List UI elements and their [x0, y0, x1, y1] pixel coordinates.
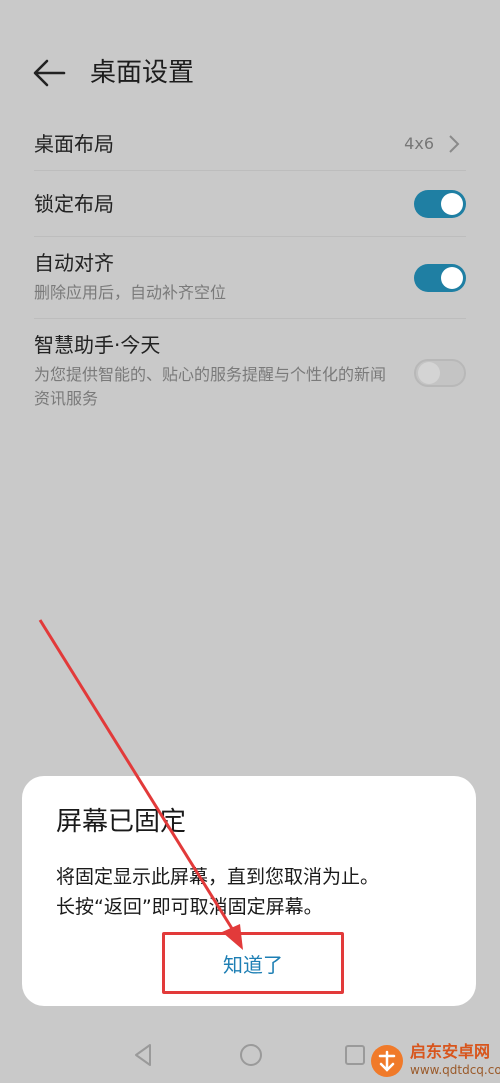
lock-layout-toggle[interactable] — [414, 190, 466, 218]
back-arrow-icon[interactable] — [32, 58, 66, 88]
setting-auto-align-description: 删除应用后，自动补齐空位 — [34, 283, 227, 302]
dialog-title: 屏幕已固定 — [56, 807, 187, 837]
watermark-logo-icon — [371, 1045, 403, 1077]
setting-auto-align: 自动对齐 删除应用后，自动补齐空位 — [34, 236, 466, 318]
toggle-knob — [418, 362, 440, 384]
dialog-message: 将固定显示此屏幕，直到您取消为止。 长按“返回”即可取消固定屏幕。 — [56, 862, 456, 922]
watermark-url: www.qdtdcq.com — [410, 1063, 500, 1077]
settings-list: 桌面布局 4x6 锁定布局 自动对齐 删除应用后，自动补齐空位 智慧助手·今天 … — [0, 118, 500, 426]
dialog-message-line: 将固定显示此屏幕，直到您取消为止。 — [56, 866, 380, 888]
toggle-knob — [441, 193, 463, 215]
header: 桌面设置 — [0, 48, 500, 100]
auto-align-toggle[interactable] — [414, 264, 466, 292]
setting-desktop-layout-label: 桌面布局 — [34, 132, 114, 156]
setting-desktop-layout[interactable]: 桌面布局 4x6 — [34, 118, 466, 170]
screen-pinned-dialog: 屏幕已固定 将固定显示此屏幕，直到您取消为止。 长按“返回”即可取消固定屏幕。 … — [22, 776, 476, 1006]
setting-smart-assistant-label: 智慧助手·今天 — [34, 333, 161, 357]
page-title: 桌面设置 — [90, 58, 195, 88]
got-it-button[interactable]: 知道了 — [162, 932, 344, 994]
chevron-right-icon — [449, 135, 460, 153]
nav-back-icon[interactable] — [130, 1042, 156, 1068]
watermark: 启东安卓网 www.qdtdcq.com — [366, 1040, 500, 1083]
smart-assistant-toggle[interactable] — [414, 359, 466, 387]
setting-smart-assistant: 智慧助手·今天 为您提供智能的、贴心的服务提醒与个性化的新闻资讯服务 — [34, 318, 466, 426]
nav-recent-apps-icon[interactable] — [342, 1042, 368, 1068]
setting-lock-layout: 锁定布局 — [34, 170, 466, 236]
setting-smart-assistant-description: 为您提供智能的、贴心的服务提醒与个性化的新闻资讯服务 — [34, 365, 387, 408]
nav-home-icon[interactable] — [238, 1042, 264, 1068]
dialog-message-line: 长按“返回”即可取消固定屏幕。 — [56, 896, 323, 918]
setting-lock-layout-label: 锁定布局 — [34, 192, 114, 216]
setting-desktop-layout-value: 4x6 — [404, 134, 434, 153]
setting-auto-align-label: 自动对齐 — [34, 251, 114, 275]
watermark-name: 启东安卓网 — [410, 1042, 491, 1061]
toggle-knob — [441, 267, 463, 289]
